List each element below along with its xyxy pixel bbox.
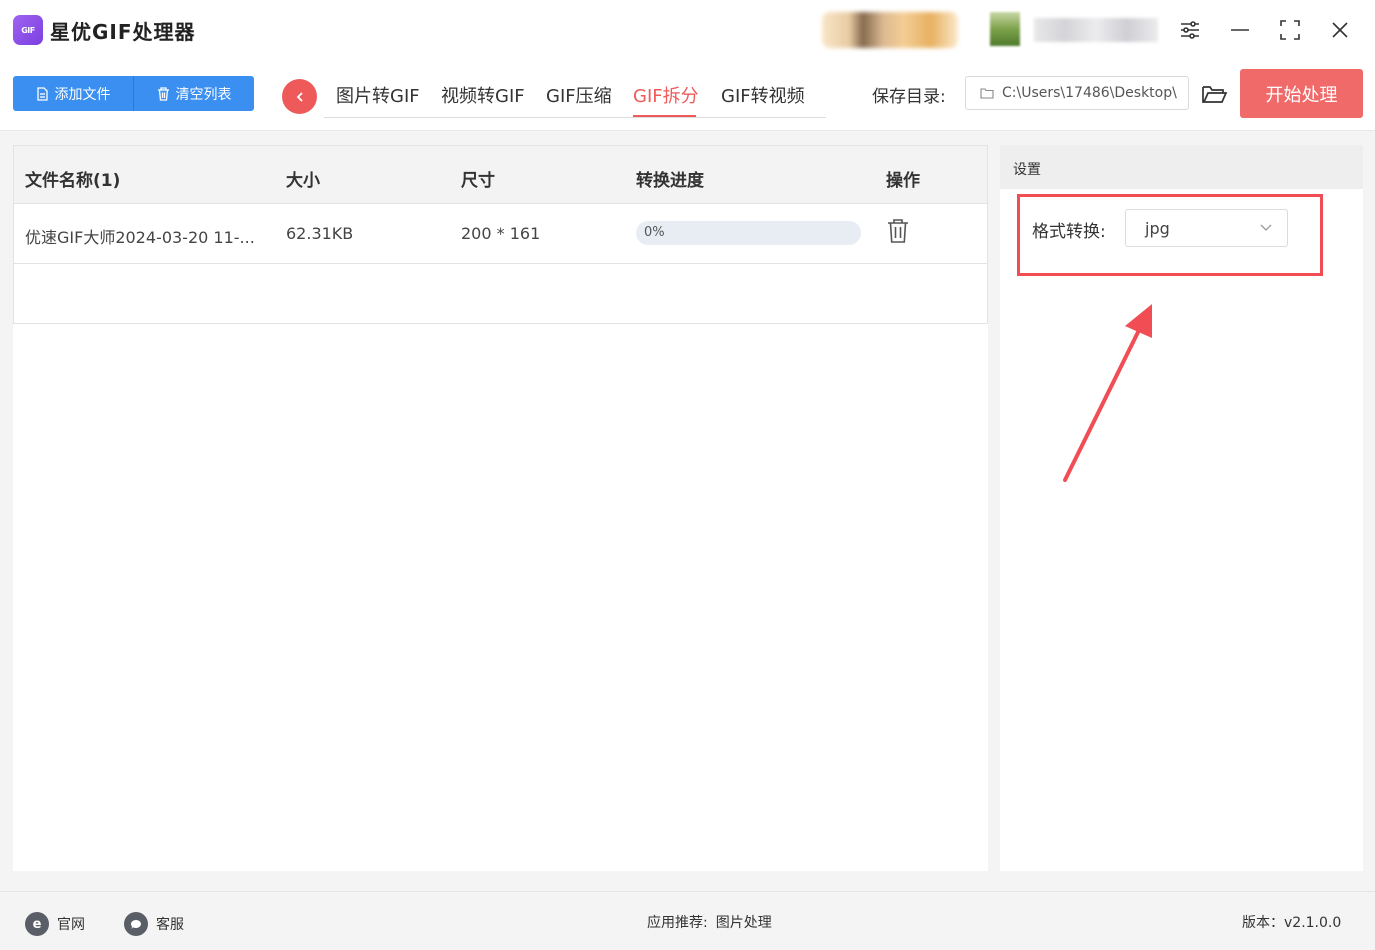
recommend-area: 应用推荐: 图片处理 [647, 912, 772, 932]
blurred-user-area [822, 12, 958, 48]
file-icon [36, 86, 48, 101]
chat-bubble-icon [124, 912, 148, 936]
minimize-icon[interactable] [1226, 16, 1254, 44]
header-actions: 操作 [886, 171, 920, 191]
browse-folder-icon[interactable] [1200, 80, 1230, 110]
add-file-button[interactable]: 添加文件 [13, 76, 133, 111]
table-row[interactable]: 优速GIF大师2024-03-20 11-... 62.31KB 200 * 1… [13, 204, 988, 264]
save-dir-input[interactable]: C:\Users\17486\Desktop\ [965, 76, 1189, 110]
tab-video-to-gif[interactable]: 视频转GIF [441, 82, 525, 108]
table-empty-row [13, 264, 988, 324]
footer: e 官网 客服 应用推荐: 图片处理 版本：v2.1.0.0 [0, 891, 1375, 950]
title-bar: GIF 星优GIF处理器 [0, 0, 1375, 60]
add-file-label: 添加文件 [54, 86, 111, 103]
clear-list-button[interactable]: 清空列表 [133, 76, 254, 111]
tab-gif-to-video[interactable]: GIF转视频 [721, 82, 805, 108]
settings-title: 设置 [1013, 162, 1041, 178]
recommend-label: 应用推荐: [647, 915, 708, 931]
save-dir-path: C:\Users\17486\Desktop\ [1002, 85, 1177, 101]
header-progress: 转换进度 [636, 171, 704, 191]
trash-icon [157, 86, 169, 101]
header-filename: 文件名称(1) [25, 171, 121, 191]
progress-bar: 0% [636, 221, 861, 245]
active-tab-indicator [633, 115, 696, 117]
website-label: 官网 [57, 917, 85, 933]
maximize-icon[interactable] [1276, 16, 1304, 44]
row-size: 62.31KB [286, 224, 354, 243]
tab-image-to-gif[interactable]: 图片转GIF [336, 82, 420, 108]
table-header: 文件名称(1) 大小 尺寸 转换进度 操作 [13, 145, 988, 204]
delete-row-icon[interactable] [886, 218, 912, 246]
clear-list-label: 清空列表 [175, 86, 232, 103]
version-text: 版本：v2.1.0.0 [1242, 915, 1342, 931]
file-table: 文件名称(1) 大小 尺寸 转换进度 操作 优速GIF大师2024-03-20 … [13, 145, 988, 871]
row-filename: 优速GIF大师2024-03-20 11-... [25, 228, 255, 247]
blurred-user-name [1034, 18, 1158, 42]
logo-text: GIF [21, 25, 35, 35]
header-size: 大小 [286, 171, 320, 191]
row-dimensions: 200 * 161 [461, 224, 541, 243]
highlight-box [1017, 194, 1323, 276]
folder-small-icon [980, 88, 994, 99]
progress-text: 0% [644, 225, 665, 240]
support-link[interactable]: 客服 [124, 912, 184, 936]
start-process-button[interactable]: 开始处理 [1240, 69, 1363, 118]
tab-gif-compress[interactable]: GIF压缩 [546, 82, 612, 108]
back-button[interactable] [282, 79, 317, 114]
blurred-avatar [990, 12, 1020, 46]
settings-header: 设置 [1000, 145, 1363, 189]
app-title: 星优GIF处理器 [50, 20, 196, 44]
annotation-arrow [1063, 304, 1152, 482]
recommend-link[interactable]: 图片处理 [716, 912, 772, 932]
file-button-group: 添加文件 清空列表 [13, 76, 254, 111]
app-logo-icon: GIF [13, 15, 43, 45]
save-dir-label: 保存目录: [872, 87, 946, 107]
ie-icon: e [25, 912, 49, 936]
chevron-left-icon [296, 91, 303, 102]
close-icon[interactable] [1326, 16, 1354, 44]
tab-gif-split[interactable]: GIF拆分 [633, 82, 699, 108]
header-dimensions: 尺寸 [461, 171, 495, 191]
tab-bar: 图片转GIF 视频转GIF GIF压缩 GIF拆分 GIF转视频 [324, 72, 826, 118]
settings-sliders-icon[interactable] [1176, 16, 1204, 44]
website-link[interactable]: e 官网 [25, 912, 85, 936]
support-label: 客服 [156, 917, 184, 933]
